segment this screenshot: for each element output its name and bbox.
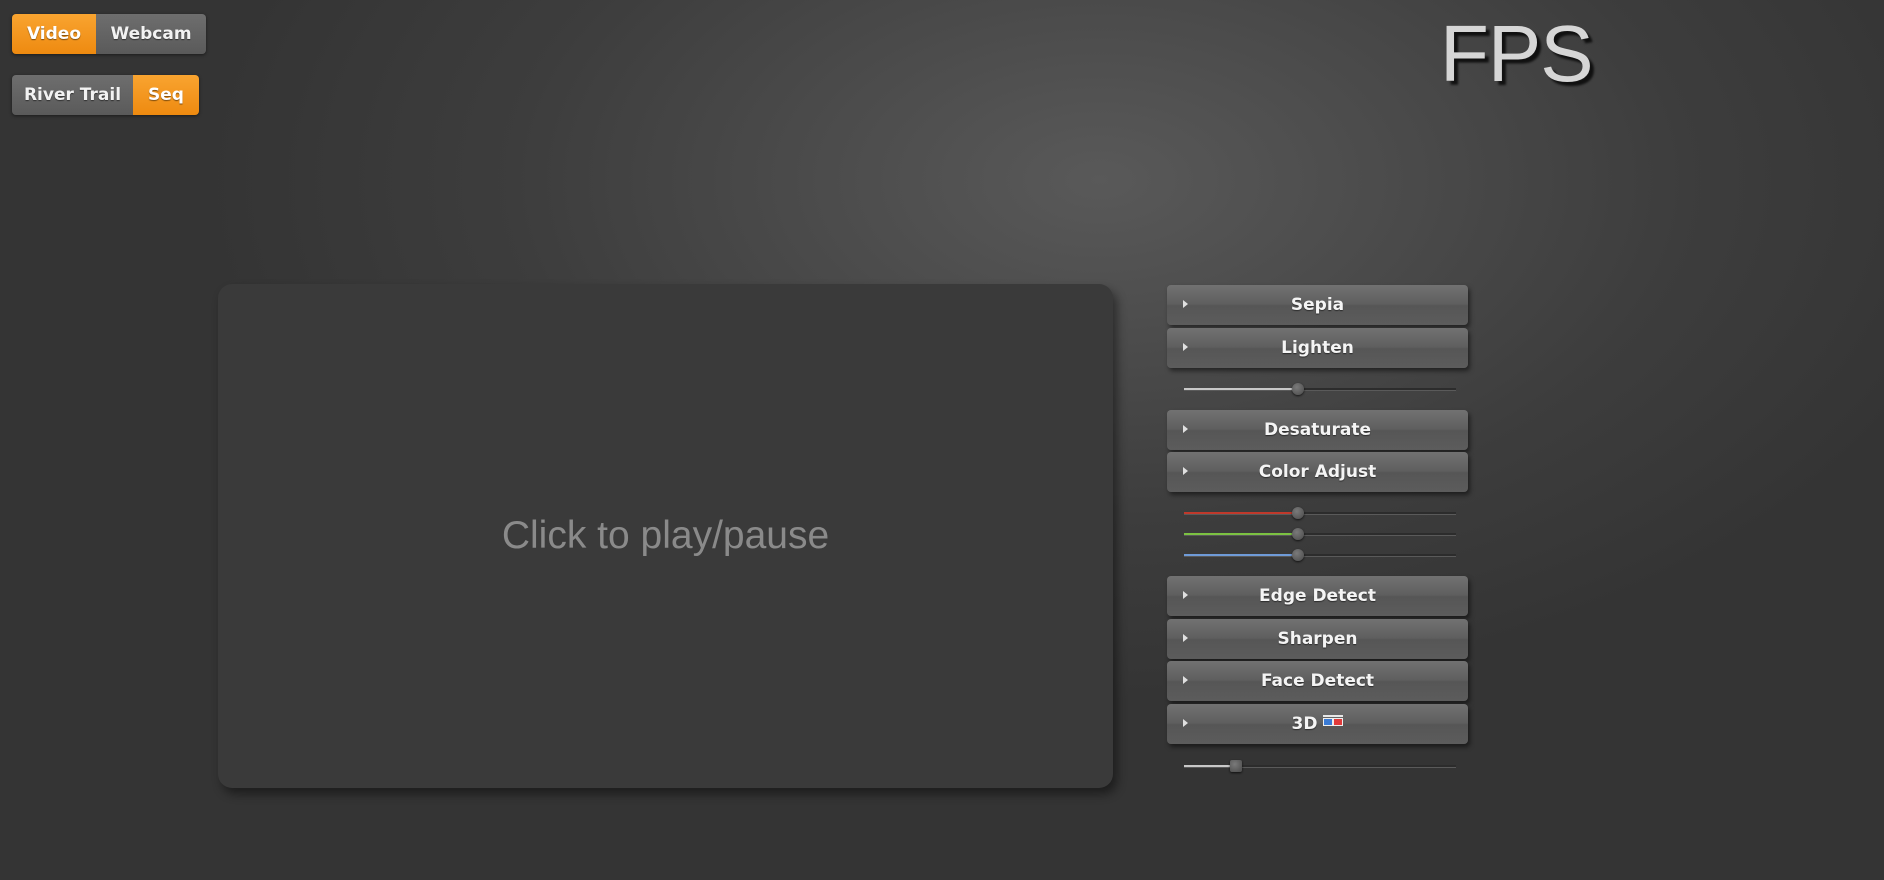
filter-label: Face Detect	[1260, 671, 1375, 691]
face-detect-filter-button[interactable]: Face Detect	[1167, 661, 1468, 701]
lighten-filter-button[interactable]: Lighten	[1167, 328, 1468, 368]
river-trail-clip-button[interactable]: River Trail	[12, 75, 133, 115]
edge-detect-filter-button[interactable]: Edge Detect	[1167, 576, 1468, 616]
slider-thumb[interactable]	[1292, 507, 1305, 519]
filter-label: Sepia	[1290, 295, 1345, 315]
sepia-filter-button[interactable]: Sepia	[1167, 285, 1468, 325]
slider-fill	[1184, 554, 1299, 556]
3d-label: 3D	[1291, 714, 1318, 734]
desaturate-filter-button[interactable]: Desaturate	[1167, 410, 1468, 450]
slider-thumb[interactable]	[1292, 549, 1305, 561]
3d-filter-button[interactable]: 3D	[1167, 704, 1468, 744]
slider-fill	[1184, 533, 1299, 535]
slider-fill	[1184, 512, 1299, 514]
filter-label: Edge Detect	[1259, 586, 1376, 606]
green-adjust-slider[interactable]	[1184, 527, 1456, 541]
slider-fill	[1184, 388, 1299, 390]
3d-glasses-icon	[1323, 715, 1344, 726]
slider-thumb[interactable]	[1292, 383, 1305, 395]
video-source-button[interactable]: Video	[12, 14, 96, 54]
play-pause-hint: Click to play/pause	[501, 514, 830, 557]
red-adjust-slider[interactable]	[1184, 506, 1456, 520]
lighten-slider[interactable]	[1184, 382, 1456, 396]
3d-depth-slider[interactable]	[1184, 759, 1456, 773]
fps-label: FPS	[1440, 9, 1594, 98]
filter-label: Color Adjust	[1258, 462, 1377, 482]
source-toggle: Video Webcam	[12, 14, 206, 54]
slider-thumb[interactable]	[1229, 760, 1242, 772]
sharpen-filter-button[interactable]: Sharpen	[1167, 619, 1468, 659]
video-canvas[interactable]: Click to play/pause	[218, 284, 1113, 788]
color-adjust-filter-button[interactable]: Color Adjust	[1167, 452, 1468, 492]
filter-label: Desaturate	[1264, 420, 1371, 440]
filter-label: Sharpen	[1277, 629, 1358, 649]
webcam-source-button[interactable]: Webcam	[96, 14, 206, 54]
slider-fill	[1184, 765, 1236, 767]
blue-adjust-slider[interactable]	[1184, 548, 1456, 562]
filter-label: 3D	[1167, 704, 1468, 744]
seq-clip-button[interactable]: Seq	[133, 75, 199, 115]
slider-thumb[interactable]	[1292, 528, 1305, 540]
filter-label: Lighten	[1281, 338, 1354, 358]
clip-toggle: River Trail Seq	[12, 75, 199, 115]
